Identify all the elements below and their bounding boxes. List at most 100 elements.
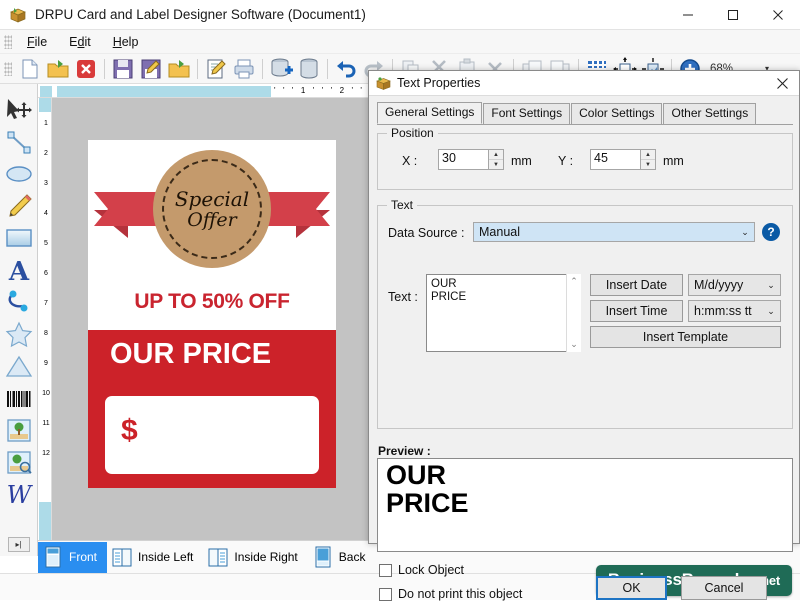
select-arrow-icon[interactable] (4, 96, 34, 125)
page-tab-front[interactable]: Front (38, 541, 108, 573)
page-tab-inside-left[interactable]: Inside Left (107, 542, 203, 573)
vruler-tick-9: 9 (44, 360, 48, 367)
price-block[interactable]: OUR PRICE $ (88, 330, 336, 488)
barcode-icon[interactable] (4, 384, 34, 413)
tab-other-settings[interactable]: Other Settings (663, 103, 757, 124)
seal-text: Special Offer (175, 189, 249, 230)
minimize-button[interactable] (665, 0, 710, 30)
star-icon[interactable] (4, 320, 34, 349)
curve-icon[interactable] (4, 288, 34, 317)
x-label: X : (402, 154, 418, 168)
vruler-tick-1: 1 (44, 120, 48, 127)
y-input[interactable]: 45 (590, 149, 640, 170)
y-spinner[interactable]: ▲ ▼ (640, 149, 656, 170)
cancel-button[interactable]: Cancel (681, 576, 767, 600)
line-icon[interactable] (4, 128, 34, 157)
y-spin-up[interactable]: ▲ (641, 150, 655, 160)
new-document-icon[interactable] (18, 57, 42, 81)
word-art-icon[interactable]: W (4, 480, 34, 509)
picture-icon[interactable] (4, 416, 34, 445)
insert-template-button[interactable]: Insert Template (590, 326, 781, 348)
label-card[interactable]: Special Offer UP TO 50% OFF OUR PRICE $ (88, 140, 336, 488)
page-tab-back[interactable]: Back (308, 542, 376, 573)
edit-document-icon[interactable] (204, 57, 228, 81)
menubar: FFileile Edit Help (0, 30, 800, 54)
lock-object-checkbox[interactable]: Lock Object (379, 563, 464, 577)
window-controls (665, 0, 800, 30)
text-icon[interactable]: A (4, 256, 34, 287)
triangle-icon[interactable] (4, 352, 34, 381)
open-folder-icon[interactable] (46, 57, 70, 81)
page-tab-inside-right[interactable]: Inside Right (203, 542, 307, 573)
toolbar-separator (104, 58, 105, 79)
ellipse-icon[interactable] (4, 160, 34, 189)
vruler-tick-4: 4 (44, 210, 48, 217)
do-not-print-checkbox[interactable]: Do not print this object (379, 587, 522, 601)
preview-label: Preview : (378, 444, 431, 458)
dialog-tabstrip: General Settings Font Settings Color Set… (377, 102, 793, 125)
do-not-print-checkbox-box[interactable] (379, 587, 392, 601)
text-input[interactable]: OUR PRICE (426, 274, 581, 352)
undo-icon[interactable] (334, 57, 358, 81)
delete-document-icon[interactable] (74, 57, 98, 81)
time-format-value: h:mm:ss tt (694, 304, 752, 318)
data-source-label: Data Source : (388, 226, 465, 240)
database-icon[interactable] (297, 57, 321, 81)
currency-symbol[interactable]: $ (121, 414, 138, 448)
svg-text:W: W (6, 481, 33, 509)
date-format-select[interactable]: M/d/yyyy ⌄ (688, 274, 781, 296)
x-spinner[interactable]: ▲ ▼ (488, 149, 504, 170)
rectangle-icon[interactable] (4, 224, 34, 253)
ok-button[interactable]: OK (596, 576, 667, 600)
text-properties-icon (376, 76, 391, 91)
menu-file[interactable]: FFileile (16, 32, 58, 52)
print-icon[interactable] (232, 57, 256, 81)
price-input-box[interactable]: $ (105, 396, 319, 474)
close-button[interactable] (755, 0, 800, 30)
save-icon[interactable] (111, 57, 135, 81)
discount-text[interactable]: UP TO 50% OFF (88, 290, 336, 314)
chevron-down-icon: ⌄ (741, 226, 749, 237)
preview-text: OUR PRICE (386, 460, 469, 518)
scroll-up-icon[interactable]: ⌃ (570, 276, 578, 287)
pencil-icon[interactable] (4, 192, 34, 221)
x-spin-up[interactable]: ▲ (489, 150, 503, 160)
palette-expander-button[interactable]: ▸| (7, 537, 30, 552)
book-inside-left-icon (111, 545, 133, 569)
y-label: Y : (558, 154, 574, 168)
menu-help[interactable]: Help (102, 32, 150, 52)
y-unit: mm (663, 154, 684, 168)
open-recent-icon[interactable] (167, 57, 191, 81)
page-tab-front-label: Front (69, 550, 98, 564)
vruler-tick-11: 11 (42, 420, 50, 427)
special-offer-badge[interactable]: Special Offer (88, 148, 336, 273)
time-format-select[interactable]: h:mm:ss tt ⌄ (688, 300, 781, 322)
x-input[interactable]: 30 (438, 149, 488, 170)
dialog-close-button[interactable] (765, 71, 799, 96)
menu-edit[interactable]: Edit (58, 32, 102, 52)
tab-color-settings[interactable]: Color Settings (571, 103, 663, 124)
vertical-ruler: 1 2 3 4 5 6 7 8 9 10 11 12 (38, 98, 52, 540)
watermark-icon[interactable] (4, 448, 34, 477)
text-input-scrollbar[interactable]: ⌃ ⌄ (566, 274, 581, 352)
help-icon[interactable]: ? (762, 223, 780, 241)
vruler-tick-6: 6 (44, 270, 48, 277)
x-spin-down[interactable]: ▼ (489, 160, 503, 169)
save-as-icon[interactable] (139, 57, 163, 81)
book-front-icon (42, 545, 64, 569)
scroll-down-icon[interactable]: ⌄ (570, 339, 578, 350)
seal-badge: Special Offer (153, 150, 271, 268)
tool-palette: A W ▸| (0, 84, 38, 556)
data-source-select[interactable]: Manual ⌄ (473, 222, 755, 242)
tab-font-settings[interactable]: Font Settings (483, 103, 571, 124)
text-label: Text : (388, 290, 418, 304)
insert-date-button[interactable]: Insert Date (590, 274, 683, 296)
insert-time-button[interactable]: Insert Time (590, 300, 683, 322)
our-price-text[interactable]: OUR PRICE (110, 340, 271, 369)
tab-general-settings[interactable]: General Settings (377, 102, 483, 124)
lock-object-checkbox-box[interactable] (379, 563, 392, 577)
maximize-button[interactable] (710, 0, 755, 30)
y-spin-down[interactable]: ▼ (641, 160, 655, 169)
add-database-icon[interactable] (269, 57, 293, 81)
vruler-tick-8: 8 (44, 330, 48, 337)
